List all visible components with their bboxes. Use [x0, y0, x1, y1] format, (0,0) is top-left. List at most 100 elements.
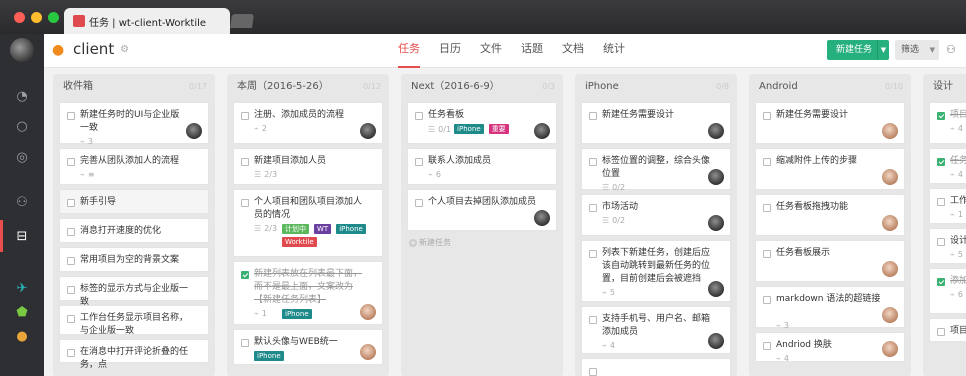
- project-name[interactable]: client: [73, 40, 114, 58]
- github-app-icon[interactable]: ●: [14, 328, 30, 344]
- task-card[interactable]: 标签位置的调整，综合头像位置 ☰ 0/2: [581, 148, 731, 192]
- task-checkbox[interactable]: [241, 112, 249, 120]
- task-checkbox[interactable]: [937, 112, 945, 120]
- assignee-avatar[interactable]: [882, 169, 898, 185]
- task-tag[interactable]: iPhone: [336, 224, 366, 234]
- task-card[interactable]: 新手引导: [59, 189, 209, 214]
- task-card[interactable]: markdown 语法的超链接 ⌁ 3: [755, 286, 905, 330]
- column-title[interactable]: 收件箱 0/17: [53, 74, 215, 102]
- task-checkbox[interactable]: [937, 328, 945, 336]
- task-checkbox[interactable]: [415, 112, 423, 120]
- task-card[interactable]: 任务看板 ☰ 0/1 iPhone 重要: [407, 102, 557, 144]
- task-card[interactable]: 市场活动 ☰ 0/2: [581, 194, 731, 236]
- assignee-avatar[interactable]: [534, 123, 550, 139]
- tab-3[interactable]: 话题: [521, 34, 543, 68]
- task-checkbox[interactable]: [415, 158, 423, 166]
- task-card[interactable]: 任务看板展示: [755, 240, 905, 282]
- task-tag[interactable]: iPhone: [254, 351, 284, 361]
- filter-dropdown[interactable]: 筛选 ▼: [895, 40, 939, 60]
- browser-tab[interactable]: 任务 | wt-client-Worktile: [64, 8, 230, 34]
- new-task-button[interactable]: 新建任务 ▼: [827, 40, 889, 60]
- plane-app-icon[interactable]: ✈: [14, 280, 30, 296]
- task-checkbox[interactable]: [67, 349, 75, 357]
- task-checkbox[interactable]: [763, 342, 771, 350]
- task-card[interactable]: 任务模 ⌁4: [929, 148, 966, 184]
- task-card[interactable]: 消息打开速度的优化: [59, 218, 209, 243]
- task-checkbox[interactable]: [67, 286, 75, 294]
- column-title[interactable]: 设计: [923, 74, 966, 102]
- user-avatar[interactable]: [10, 38, 34, 62]
- task-card[interactable]: 新建任务时的UI与企业版一致 ⌁ 3: [59, 102, 209, 146]
- tab-1[interactable]: 日历: [439, 34, 461, 68]
- task-card[interactable]: Andriod 换肤 ⌁ 4: [755, 332, 905, 363]
- task-checkbox[interactable]: [763, 112, 771, 120]
- inbox-icon[interactable]: ⊟: [14, 228, 30, 244]
- task-checkbox[interactable]: [241, 199, 249, 207]
- column-title[interactable]: Android 0/10: [749, 74, 911, 102]
- task-checkbox[interactable]: [241, 271, 249, 279]
- task-card[interactable]: 注册、添加成员的流程 ⌁ 2: [233, 102, 383, 144]
- task-checkbox[interactable]: [589, 316, 597, 324]
- task-checkbox[interactable]: [763, 250, 771, 258]
- task-checkbox[interactable]: [589, 250, 597, 258]
- task-card[interactable]: 项目中: [929, 318, 966, 342]
- html5-app-icon[interactable]: ⬟: [14, 304, 30, 320]
- task-card[interactable]: 标签的显示方式与企业版一致: [59, 276, 209, 307]
- new-tab-button[interactable]: [230, 14, 254, 28]
- assignee-avatar[interactable]: [360, 304, 376, 320]
- column-title[interactable]: Next（2016-6-9） 0/3: [401, 74, 563, 102]
- assignee-avatar[interactable]: [882, 341, 898, 357]
- task-card[interactable]: 新建项目添加人员 ☰ 2/3: [233, 148, 383, 185]
- task-checkbox[interactable]: [937, 158, 945, 166]
- column-title[interactable]: 本周（2016-5-26） 0/12: [227, 74, 389, 102]
- task-tag[interactable]: 计划中: [282, 224, 309, 234]
- task-card[interactable]: [581, 358, 731, 376]
- minimize-window-button[interactable]: [31, 12, 42, 23]
- task-card[interactable]: 缩减附件上传的步骤: [755, 148, 905, 190]
- contacts-icon[interactable]: ⚇: [14, 194, 30, 210]
- task-card[interactable]: 新建任务需要设计: [581, 102, 731, 144]
- tab-0[interactable]: 任务: [398, 34, 420, 68]
- task-tag[interactable]: iPhone: [454, 124, 484, 134]
- dashboard-icon[interactable]: ◔: [14, 88, 30, 104]
- task-checkbox[interactable]: [589, 158, 597, 166]
- task-checkbox[interactable]: [67, 112, 75, 120]
- task-checkbox[interactable]: [67, 158, 75, 166]
- assignee-avatar[interactable]: [708, 215, 724, 231]
- assignee-avatar[interactable]: [360, 344, 376, 360]
- assignee-avatar[interactable]: [882, 307, 898, 323]
- assignee-avatar[interactable]: [882, 261, 898, 277]
- close-window-button[interactable]: [14, 12, 25, 23]
- add-task-button[interactable]: + 新建任务: [409, 237, 451, 248]
- chevron-down-icon[interactable]: ▼: [877, 40, 889, 60]
- assignee-avatar[interactable]: [882, 215, 898, 231]
- task-checkbox[interactable]: [589, 204, 597, 212]
- assignee-avatar[interactable]: [708, 169, 724, 185]
- task-card[interactable]: 列表下新建任务，创建后应该自动跳转到最新任务的位置，目前创建后会被遮挡 ⌁ 5: [581, 240, 731, 302]
- task-checkbox[interactable]: [589, 112, 597, 120]
- task-checkbox[interactable]: [937, 198, 945, 206]
- task-checkbox[interactable]: [589, 368, 597, 376]
- task-card[interactable]: 个人项目和团队项目添加人员的情况 ☰ 2/3 计划中 WT iPhone Worktile: [233, 189, 383, 257]
- favorite-icon[interactable]: ◎: [14, 149, 30, 165]
- task-checkbox[interactable]: [241, 158, 249, 166]
- task-card[interactable]: 工作台任务显示项目名称，与企业版一致: [59, 305, 209, 336]
- project-settings-icon[interactable]: ⚙: [120, 44, 129, 55]
- task-checkbox[interactable]: [67, 315, 75, 323]
- task-checkbox[interactable]: [415, 199, 423, 207]
- task-card[interactable]: 联系人添加成员 ⌁ 6: [407, 148, 557, 185]
- task-checkbox[interactable]: [937, 238, 945, 246]
- members-icon[interactable]: ⚇: [946, 43, 956, 56]
- tab-2[interactable]: 文件: [480, 34, 502, 68]
- task-checkbox[interactable]: [241, 339, 249, 347]
- task-card[interactable]: 支持手机号、用户名、邮箱添加成员 ⌁ 4: [581, 306, 731, 354]
- tab-5[interactable]: 统计: [603, 34, 625, 68]
- task-card[interactable]: 工作台 ⌁1: [929, 188, 966, 224]
- task-card[interactable]: 个人项目去掉团队添加成员: [407, 189, 557, 231]
- task-tag[interactable]: iPhone: [282, 309, 312, 319]
- task-checkbox[interactable]: [67, 228, 75, 236]
- task-checkbox[interactable]: [67, 257, 75, 265]
- task-card[interactable]: 完善从团队添加人的流程 ⌁ ≡: [59, 148, 209, 185]
- task-checkbox[interactable]: [763, 296, 771, 304]
- assignee-avatar[interactable]: [882, 123, 898, 139]
